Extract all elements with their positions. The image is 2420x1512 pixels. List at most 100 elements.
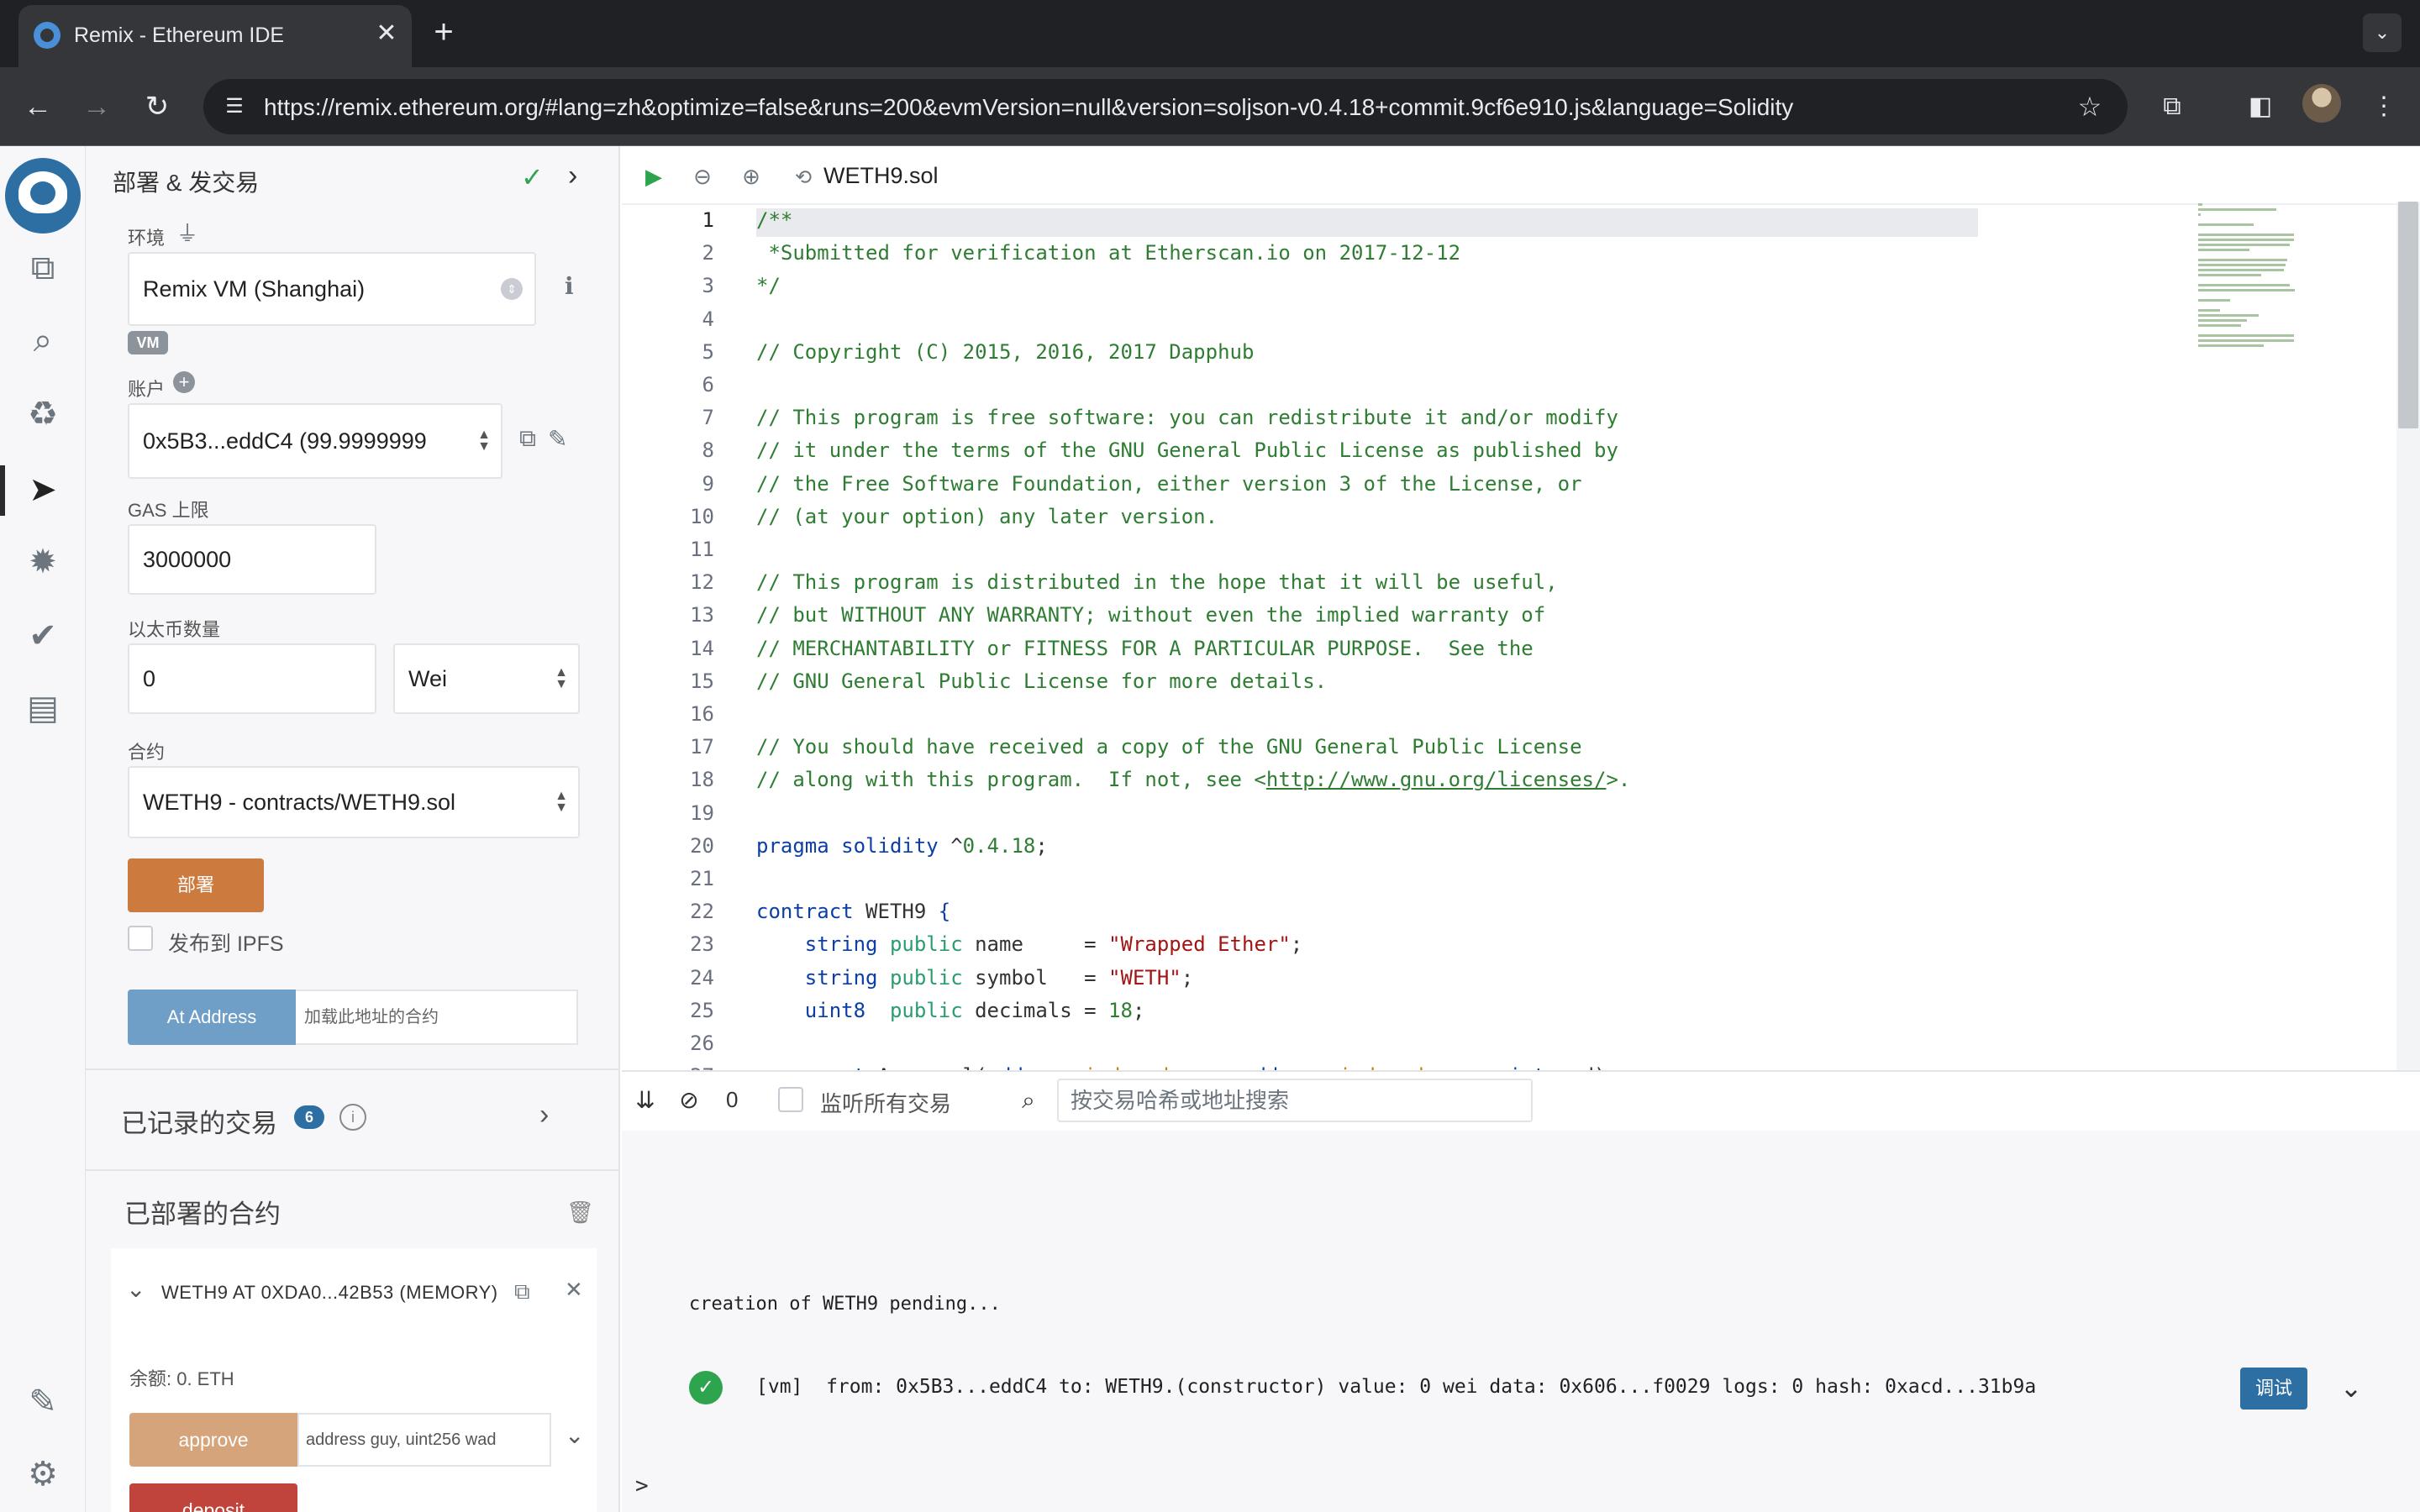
value-input[interactable]: 0 (128, 643, 376, 714)
approve-button[interactable]: approve (129, 1413, 297, 1467)
deployed-instance-card: ⌄ WETH9 AT 0XDA0...42B53 (MEMORY) ⧉ ✕ 余额… (111, 1248, 597, 1512)
collapse-terminal-icon[interactable]: ⇊ (630, 1085, 660, 1116)
code-token: // MERCHANTABILITY or FITNESS FOR A PART… (756, 636, 1534, 660)
minimap-row (2198, 213, 2202, 216)
bookmark-star-icon[interactable]: ☆ (2070, 87, 2109, 126)
zoom-in-icon[interactable]: ⊕ (736, 161, 766, 192)
divider (86, 1169, 618, 1171)
minimap[interactable] (2198, 203, 2324, 480)
code-token: string (804, 932, 878, 957)
minimap-row (2198, 319, 2247, 322)
listen-all-checkbox[interactable] (778, 1087, 803, 1112)
code-token: WETH9 (853, 900, 939, 924)
close-icon[interactable]: ✕ (565, 1277, 583, 1303)
chevron-right-icon[interactable]: › (539, 1099, 549, 1131)
settings-gear-icon[interactable]: ⚙ (18, 1450, 67, 1499)
value-unit-select[interactable]: Wei ▲ ▼ (393, 643, 580, 714)
new-tab-icon[interactable]: + (427, 13, 460, 50)
approve-params-input[interactable]: address guy, uint256 wad (297, 1413, 551, 1467)
info-icon[interactable]: i (339, 1104, 366, 1131)
code-token: string (804, 965, 878, 990)
back-icon[interactable]: ← (17, 86, 59, 128)
code-line: // along with this program. If not, see … (756, 768, 1630, 791)
url-text[interactable]: https://remix.ethereum.org/#lang=zh&opti… (264, 94, 1793, 121)
deposit-button[interactable]: deposit (129, 1483, 297, 1512)
vm-badge: VM (128, 331, 168, 354)
minimap-row (2198, 314, 2259, 317)
line-number: 19 (690, 801, 714, 825)
editor-scrollbar-thumb[interactable] (2398, 202, 2418, 428)
recorded-count-badge: 6 (294, 1105, 324, 1129)
chevron-right-icon[interactable]: › (568, 160, 577, 192)
side-panel-icon[interactable]: ◧ (2239, 86, 2281, 128)
at-address-input[interactable]: 加载此地址的合约 (296, 990, 578, 1045)
environment-label: 环境 (128, 228, 166, 249)
close-tab-icon[interactable]: ✕ (370, 17, 403, 50)
chevron-down-icon[interactable]: ⌄ (565, 1421, 584, 1449)
browser-tab[interactable]: Remix - Ethereum IDE ✕ (18, 5, 412, 67)
code-line: string public name = "Wrapped Ether"; (756, 932, 1302, 956)
clear-console-icon[interactable]: ⊘ (674, 1085, 704, 1116)
forward-icon[interactable]: → (76, 86, 118, 128)
recorded-transactions-title[interactable]: 已记录的交易 (121, 1102, 277, 1140)
trash-icon[interactable]: 🗑 (566, 1200, 594, 1226)
expand-chevron-icon[interactable]: ⌄ (2336, 1373, 2366, 1403)
instance-name[interactable]: WETH9 AT 0XDA0...42B53 (MEMORY) (161, 1282, 498, 1304)
code-line: // This program is distributed in the ho… (756, 570, 1558, 594)
minimap-row (2198, 269, 2285, 271)
code-line: contract WETH9 { (756, 900, 950, 923)
terminal-toolbar: ⇊ ⊘ 0 监听所有交易 ⌕ 按交易哈希或地址搜索 (622, 1072, 2420, 1131)
console-prompt[interactable]: > (635, 1473, 649, 1499)
remix-logo-icon[interactable] (5, 158, 81, 234)
edit-icon[interactable]: ✎ (548, 425, 567, 453)
plugin-manager-icon[interactable]: ✎ (18, 1378, 67, 1426)
at-address-button[interactable]: At Address (128, 990, 296, 1045)
value-amount: 0 (143, 665, 156, 691)
minimap-row (2198, 203, 2202, 206)
profile-avatar[interactable] (2302, 84, 2341, 123)
search-icon[interactable]: ⌕ (18, 316, 67, 365)
publish-ipfs-checkbox[interactable] (128, 926, 153, 951)
run-script-icon[interactable]: ▶ (639, 161, 669, 192)
minimap-row (2198, 208, 2276, 211)
browser-menu-icon[interactable]: ⋮ (2363, 86, 2405, 128)
gas-limit-input[interactable]: 3000000 (128, 524, 376, 595)
copy-icon[interactable]: ⧉ (514, 1278, 530, 1305)
minimap-row (2198, 234, 2294, 236)
line-number: 5 (702, 339, 714, 364)
environment-select[interactable]: Remix VM (Shanghai) ⇕ (128, 252, 536, 326)
deploy-button[interactable]: 部署 (128, 858, 264, 912)
info-icon[interactable]: ℹ (565, 272, 574, 300)
site-info-icon[interactable]: ☰ (218, 91, 250, 123)
terminal-search-input[interactable]: 按交易哈希或地址搜索 (1057, 1079, 1533, 1122)
contract-select[interactable]: WETH9 - contracts/WETH9.sol ▲ ▼ (128, 766, 580, 838)
unit-testing-icon[interactable]: ✔ (18, 612, 67, 660)
screen: Remix - Ethereum IDE ✕ + ⌄ ← → ↻ ☰ https… (0, 0, 2420, 1512)
transaction-log[interactable]: [vm] from: 0x5B3...eddC4 to: WETH9.(cons… (756, 1376, 2036, 1398)
file-link-icon: ⟲ (794, 166, 813, 189)
address-bar[interactable]: ☰ https://remix.ethereum.org/#lang=zh&op… (203, 79, 2128, 134)
solidity-compiler-icon[interactable]: ♻ (18, 390, 67, 438)
learneth-icon[interactable]: ▤ (18, 684, 67, 732)
editor-file-tab[interactable]: WETH9.sol (823, 163, 939, 189)
zoom-out-icon[interactable]: ⊖ (687, 161, 718, 192)
code-token: ^ (938, 833, 963, 858)
code-token: // the Free Software Foundation, either … (756, 471, 1582, 496)
reload-icon[interactable]: ↻ (136, 86, 178, 128)
minimap-row (2198, 289, 2296, 291)
code-line: pragma solidity ^0.4.18; (756, 834, 1048, 858)
copy-icon[interactable]: ⧉ (519, 425, 536, 453)
chevron-down-icon[interactable]: ⌄ (126, 1275, 145, 1303)
debug-button[interactable]: 调试 (2240, 1368, 2307, 1410)
contract-value: WETH9 - contracts/WETH9.sol (143, 789, 456, 815)
deploy-run-icon[interactable]: ➤ (18, 465, 67, 514)
file-explorer-icon[interactable]: ⧉ (18, 244, 67, 292)
code-token: 18 (1108, 998, 1133, 1022)
extensions-icon[interactable]: ⧉ (2151, 86, 2193, 128)
listen-all-label: 监听所有交易 (820, 1091, 952, 1116)
tab-search-icon[interactable]: ⌄ (2363, 13, 2402, 52)
add-account-icon[interactable]: + (173, 371, 195, 393)
account-select[interactable]: 0x5B3...eddC4 (99.9999999 ▲ ▼ (128, 403, 502, 479)
debugger-icon[interactable]: ✹ (18, 538, 67, 586)
